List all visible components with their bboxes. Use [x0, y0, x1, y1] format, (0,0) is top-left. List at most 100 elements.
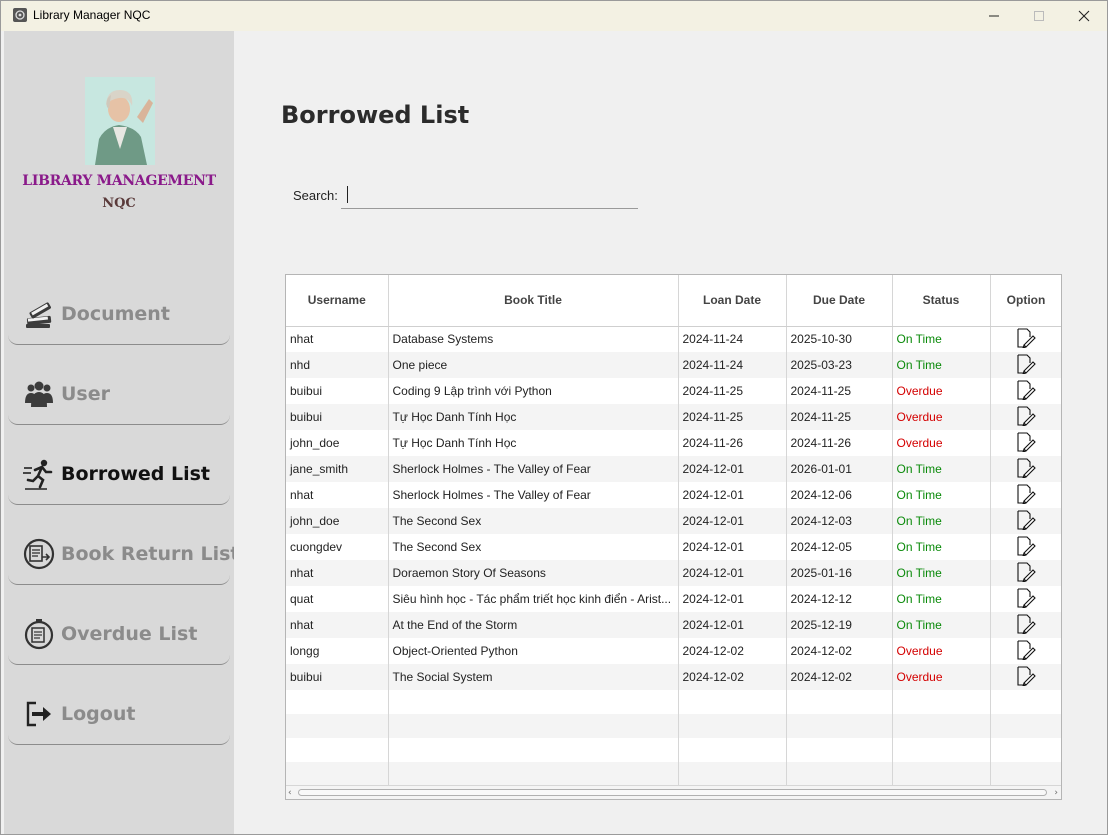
edit-document-icon[interactable]	[1016, 561, 1036, 585]
empty-cell	[892, 762, 991, 786]
nav-label: Book Return List	[61, 542, 240, 565]
table-row[interactable]: jane_smith Sherlock Holmes - The Valley o…	[286, 456, 1061, 482]
cell-username: buibui	[286, 404, 389, 430]
edit-document-icon[interactable]	[1016, 431, 1036, 455]
text-caret	[347, 186, 348, 203]
nav-item-overdue-list[interactable]: Overdue List	[8, 603, 230, 665]
empty-cell	[388, 762, 679, 786]
cell-status: On Time	[892, 612, 991, 638]
edit-document-icon[interactable]	[1016, 457, 1036, 481]
maximize-button[interactable]	[1016, 1, 1062, 31]
empty-cell	[990, 714, 1061, 738]
table-row[interactable]: nhat At the End of the Storm 2024-12-01 202…	[286, 612, 1061, 638]
empty-cell	[786, 762, 893, 786]
edit-document-icon[interactable]	[1016, 353, 1036, 377]
table-row[interactable]: nhat Doraemon Story Of Seasons 2024-12-01 2…	[286, 560, 1061, 586]
column-header-username[interactable]: Username	[286, 275, 389, 327]
table-row[interactable]: buibui The Social System 2024-12-02 2024-12…	[286, 664, 1061, 690]
cell-loan-date: 2024-11-24	[678, 352, 787, 378]
cell-loan-date: 2024-12-01	[678, 612, 787, 638]
nav-item-document[interactable]: Document	[8, 283, 230, 345]
cell-username: nhat	[286, 612, 389, 638]
edit-document-icon[interactable]	[1016, 665, 1036, 689]
column-header-book-title[interactable]: Book Title	[388, 275, 679, 327]
empty-cell	[678, 714, 787, 738]
cell-username: john_doe	[286, 508, 389, 534]
cell-status: Overdue	[892, 638, 991, 664]
app-icon	[13, 8, 27, 22]
column-header-status[interactable]: Status	[892, 275, 991, 327]
nav-label: Document	[61, 302, 170, 325]
nav-item-book-return-list[interactable]: Book Return List	[8, 523, 240, 585]
edit-document-icon[interactable]	[1016, 613, 1036, 637]
column-header-option[interactable]: Option	[990, 275, 1061, 327]
table-row[interactable]: quat Siêu hình học - Tác phẩm triết học k…	[286, 586, 1061, 612]
empty-cell	[286, 762, 389, 786]
cell-option	[990, 378, 1061, 404]
empty-cell	[286, 690, 389, 714]
cell-username: nhd	[286, 352, 389, 378]
page-title: Borrowed List	[281, 101, 470, 129]
cell-book-title: Tự Học Danh Tính Học	[388, 430, 679, 456]
empty-cell	[678, 762, 787, 786]
cell-due-date: 2024-11-26	[786, 430, 893, 456]
cell-status: On Time	[892, 456, 991, 482]
cell-option	[990, 352, 1061, 378]
table-row[interactable]: john_doe The Second Sex 2024-12-01 2024-12-…	[286, 508, 1061, 534]
column-header-loan-date[interactable]: Loan Date	[678, 275, 787, 327]
edit-document-icon[interactable]	[1016, 587, 1036, 611]
search-input[interactable]	[341, 181, 638, 209]
empty-cell	[786, 714, 893, 738]
edit-document-icon[interactable]	[1016, 328, 1036, 351]
horizontal-scrollbar[interactable]: ‹ ›	[286, 785, 1061, 799]
brand-subtitle: NQC	[102, 196, 136, 211]
window-title: Library Manager NQC	[33, 8, 151, 22]
edit-document-icon[interactable]	[1016, 639, 1036, 663]
cell-book-title: The Second Sex	[388, 534, 679, 560]
edit-document-icon[interactable]	[1016, 379, 1036, 403]
books-icon	[22, 297, 56, 331]
scroll-right-icon[interactable]: ›	[1054, 788, 1058, 798]
empty-cell	[286, 714, 389, 738]
edit-document-icon[interactable]	[1016, 509, 1036, 533]
cell-option	[990, 456, 1061, 482]
table-row[interactable]: nhat Sherlock Holmes - The Valley of Fear…	[286, 482, 1061, 508]
minimize-button[interactable]	[971, 1, 1017, 31]
empty-cell	[892, 690, 991, 714]
scrollbar-thumb[interactable]	[298, 789, 1047, 796]
table-row[interactable]: longg Object-Oriented Python 2024-12-02 202…	[286, 638, 1061, 664]
empty-cell	[786, 738, 893, 762]
cell-option	[990, 508, 1061, 534]
nav-label: User	[61, 382, 110, 405]
empty-cell	[388, 738, 679, 762]
cell-due-date: 2024-11-25	[786, 378, 893, 404]
table-row[interactable]: buibui Tự Học Danh Tính Học 2024-11-25 2024…	[286, 404, 1061, 430]
close-button[interactable]	[1061, 1, 1107, 31]
edit-document-icon[interactable]	[1016, 405, 1036, 429]
edit-document-icon[interactable]	[1016, 535, 1036, 559]
cell-loan-date: 2024-11-26	[678, 430, 787, 456]
edit-document-icon[interactable]	[1016, 483, 1036, 507]
column-header-due-date[interactable]: Due Date	[786, 275, 893, 327]
table-row[interactable]: buibui Coding 9 Lập trình với Python 2024-…	[286, 378, 1061, 404]
table-row[interactable]: john_doe Tự Học Danh Tính Học 2024-11-26 20…	[286, 430, 1061, 456]
table-row[interactable]: cuongdev The Second Sex 2024-12-01 2024-12-…	[286, 534, 1061, 560]
scroll-left-icon[interactable]: ‹	[288, 788, 292, 798]
cell-username: jane_smith	[286, 456, 389, 482]
table-row[interactable]: nhd One piece 2024-11-24 2025-03-23 On Time	[286, 352, 1061, 378]
cell-book-title: Database Systems	[388, 326, 679, 352]
nav-label: Overdue List	[61, 622, 198, 645]
table-row[interactable]: nhat Database Systems 2024-11-24 2025-10-30…	[286, 326, 1061, 352]
cell-due-date: 2025-01-16	[786, 560, 893, 586]
cell-username: john_doe	[286, 430, 389, 456]
cell-due-date: 2024-12-05	[786, 534, 893, 560]
cell-username: nhat	[286, 482, 389, 508]
cell-option	[990, 326, 1061, 352]
cell-due-date: 2024-12-03	[786, 508, 893, 534]
nav-item-borrowed-list[interactable]: Borrowed List	[8, 443, 230, 505]
empty-row	[286, 690, 1061, 714]
cell-username: longg	[286, 638, 389, 664]
nav-item-user[interactable]: User	[8, 363, 230, 425]
empty-cell	[892, 714, 991, 738]
nav-item-logout[interactable]: Logout	[8, 683, 230, 745]
